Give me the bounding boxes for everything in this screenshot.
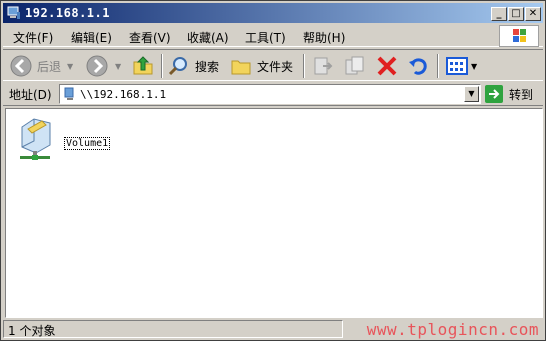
search-button[interactable]: 搜索 bbox=[167, 53, 219, 79]
close-button[interactable]: ✕ bbox=[525, 7, 541, 21]
folders-icon bbox=[231, 60, 251, 75]
windows-logo-icon bbox=[499, 25, 539, 47]
move-to-icon bbox=[314, 57, 333, 75]
computer-icon bbox=[7, 6, 20, 19]
menu-help[interactable]: 帮助(H) bbox=[303, 29, 345, 46]
search-label: 搜索 bbox=[195, 59, 220, 74]
folders-button[interactable]: 文件夹 bbox=[229, 53, 293, 79]
menu-favorites[interactable]: 收藏(A) bbox=[187, 29, 229, 46]
menu-file[interactable]: 文件(F) bbox=[13, 29, 53, 46]
network-computer-icon bbox=[64, 87, 74, 100]
file-list-pane[interactable]: Volume1 bbox=[5, 108, 543, 318]
undo-button[interactable] bbox=[407, 53, 431, 79]
menu-tools[interactable]: 工具(T) bbox=[245, 29, 286, 46]
menu-bar: 文件(F) 编辑(E) 查看(V) 收藏(A) 工具(T) 帮助(H) bbox=[3, 25, 543, 47]
move-to-button[interactable] bbox=[311, 53, 335, 79]
go-button[interactable]: 转到 bbox=[485, 84, 533, 104]
forward-dropdown-icon[interactable]: ▼ bbox=[115, 62, 121, 71]
up-folder-icon bbox=[133, 56, 153, 75]
delete-button[interactable] bbox=[375, 53, 399, 79]
forward-arrow-icon bbox=[86, 55, 108, 77]
shared-drive-icon bbox=[20, 118, 51, 160]
views-dropdown-icon[interactable]: ▼ bbox=[471, 62, 477, 71]
back-label: 后退 bbox=[37, 59, 62, 74]
address-value: \\192.168.1.1 bbox=[80, 88, 167, 101]
window-title: 192.168.1.1 bbox=[25, 6, 110, 20]
address-bar: 地址(D) \\192.168.1.1 ▼ 转到 bbox=[3, 82, 543, 106]
views-button[interactable]: ▼ bbox=[445, 53, 477, 79]
menu-view[interactable]: 查看(V) bbox=[129, 29, 171, 46]
delete-x-icon bbox=[377, 56, 397, 76]
folders-label: 文件夹 bbox=[257, 59, 294, 74]
menu-edit[interactable]: 编辑(E) bbox=[71, 29, 112, 46]
toolbar-separator bbox=[437, 54, 439, 78]
status-bar: 1 个对象 www.tplogincn.com bbox=[3, 319, 543, 339]
go-arrow-icon bbox=[485, 85, 503, 103]
list-item[interactable]: Volume1 bbox=[16, 115, 116, 165]
address-input[interactable]: \\192.168.1.1 ▼ bbox=[59, 84, 481, 104]
status-text: 1 个对象 bbox=[3, 320, 343, 338]
watermark: www.tplogincn.com bbox=[366, 320, 539, 339]
views-grid-icon bbox=[446, 57, 468, 75]
forward-button[interactable]: ▼ bbox=[85, 53, 121, 79]
back-button[interactable]: 后退 ▼ bbox=[9, 53, 73, 79]
file-item-label: Volume1 bbox=[64, 137, 111, 150]
address-label: 地址(D) bbox=[9, 88, 52, 102]
copy-to-icon bbox=[345, 56, 364, 75]
back-dropdown-icon[interactable]: ▼ bbox=[67, 62, 73, 71]
toolbar-separator bbox=[161, 54, 163, 78]
undo-icon bbox=[409, 58, 427, 75]
toolbar-separator bbox=[303, 54, 305, 78]
standard-toolbar: 后退 ▼ ▼ 搜索 文件夹 ▼ bbox=[3, 49, 543, 81]
search-icon bbox=[168, 57, 187, 76]
minimize-button[interactable]: _ bbox=[491, 7, 507, 21]
title-bar[interactable]: 192.168.1.1 _ □ ✕ bbox=[3, 3, 543, 23]
back-arrow-icon bbox=[10, 55, 32, 77]
address-dropdown-icon[interactable]: ▼ bbox=[464, 86, 479, 102]
maximize-button[interactable]: □ bbox=[508, 7, 524, 21]
up-folder-button[interactable] bbox=[131, 53, 155, 79]
copy-to-button[interactable] bbox=[343, 53, 367, 79]
explorer-window: 192.168.1.1 _ □ ✕ 文件(F) 编辑(E) 查看(V) 收藏(A… bbox=[0, 0, 546, 341]
go-label: 转到 bbox=[509, 87, 534, 102]
